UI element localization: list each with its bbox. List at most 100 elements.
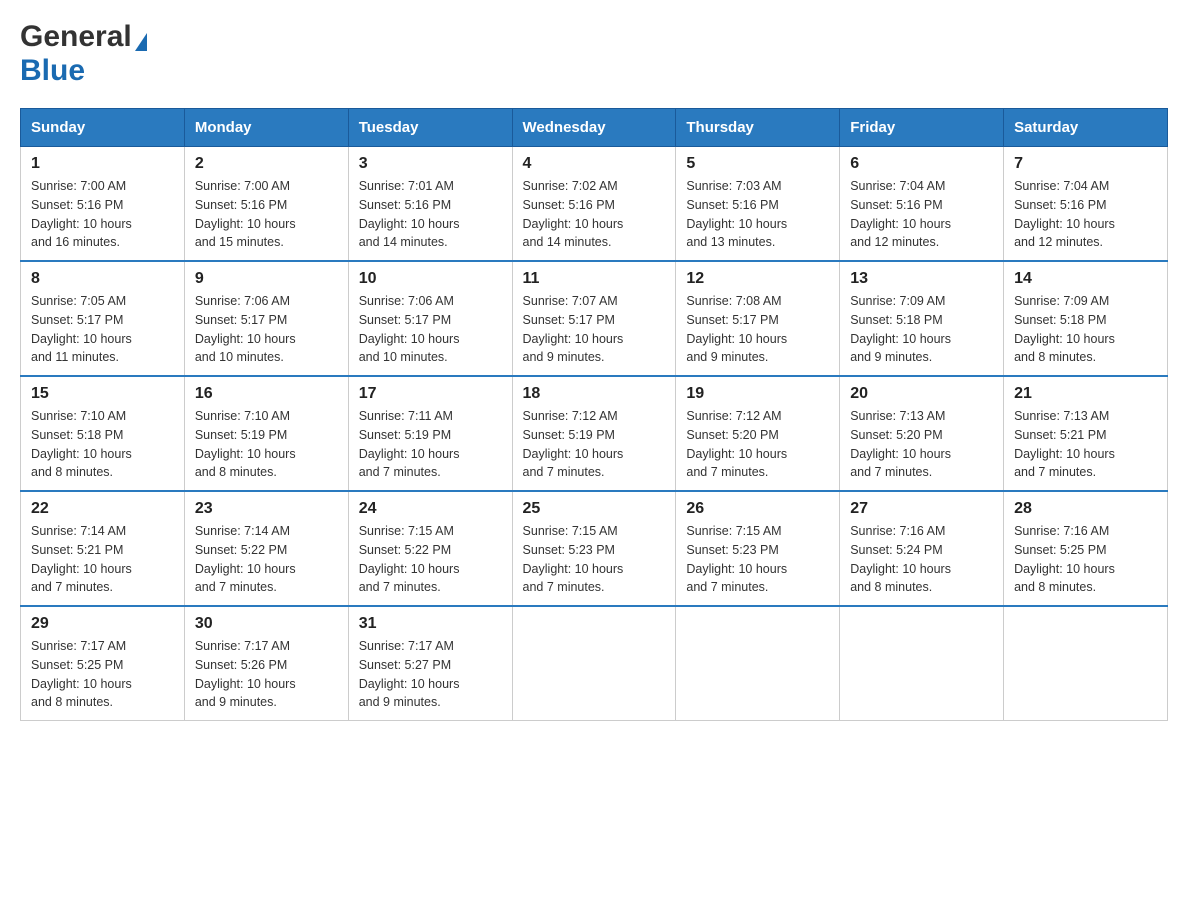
calendar-day-cell: [1004, 606, 1168, 721]
day-number: 21: [1014, 385, 1157, 403]
calendar-day-cell: 29 Sunrise: 7:17 AMSunset: 5:25 PMDaylig…: [21, 606, 185, 721]
calendar-week-row: 8 Sunrise: 7:05 AMSunset: 5:17 PMDayligh…: [21, 261, 1168, 376]
calendar-day-cell: 22 Sunrise: 7:14 AMSunset: 5:21 PMDaylig…: [21, 491, 185, 606]
day-info: Sunrise: 7:13 AMSunset: 5:20 PMDaylight:…: [850, 409, 951, 479]
day-number: 19: [686, 385, 829, 403]
day-info: Sunrise: 7:06 AMSunset: 5:17 PMDaylight:…: [359, 294, 460, 364]
day-number: 13: [850, 270, 993, 288]
calendar-day-cell: 26 Sunrise: 7:15 AMSunset: 5:23 PMDaylig…: [676, 491, 840, 606]
page-header: General Blue: [20, 20, 1168, 88]
day-number: 29: [31, 615, 174, 633]
calendar-day-cell: 19 Sunrise: 7:12 AMSunset: 5:20 PMDaylig…: [676, 376, 840, 491]
calendar-day-cell: [512, 606, 676, 721]
day-info: Sunrise: 7:16 AMSunset: 5:24 PMDaylight:…: [850, 524, 951, 594]
day-info: Sunrise: 7:07 AMSunset: 5:17 PMDaylight:…: [523, 294, 624, 364]
calendar-day-cell: 12 Sunrise: 7:08 AMSunset: 5:17 PMDaylig…: [676, 261, 840, 376]
day-info: Sunrise: 7:17 AMSunset: 5:26 PMDaylight:…: [195, 639, 296, 709]
day-info: Sunrise: 7:14 AMSunset: 5:21 PMDaylight:…: [31, 524, 132, 594]
day-number: 28: [1014, 500, 1157, 518]
calendar-day-cell: 25 Sunrise: 7:15 AMSunset: 5:23 PMDaylig…: [512, 491, 676, 606]
day-info: Sunrise: 7:08 AMSunset: 5:17 PMDaylight:…: [686, 294, 787, 364]
calendar-day-cell: 21 Sunrise: 7:13 AMSunset: 5:21 PMDaylig…: [1004, 376, 1168, 491]
logo-blue-text: Blue: [20, 54, 85, 88]
calendar-day-cell: 11 Sunrise: 7:07 AMSunset: 5:17 PMDaylig…: [512, 261, 676, 376]
calendar-day-cell: 30 Sunrise: 7:17 AMSunset: 5:26 PMDaylig…: [184, 606, 348, 721]
logo-triangle-icon: [135, 33, 147, 51]
calendar-day-cell: 5 Sunrise: 7:03 AMSunset: 5:16 PMDayligh…: [676, 147, 840, 262]
weekday-header-wednesday: Wednesday: [512, 109, 676, 147]
day-number: 12: [686, 270, 829, 288]
day-number: 9: [195, 270, 338, 288]
day-info: Sunrise: 7:04 AMSunset: 5:16 PMDaylight:…: [1014, 179, 1115, 249]
calendar-day-cell: 8 Sunrise: 7:05 AMSunset: 5:17 PMDayligh…: [21, 261, 185, 376]
day-info: Sunrise: 7:02 AMSunset: 5:16 PMDaylight:…: [523, 179, 624, 249]
day-number: 11: [523, 270, 666, 288]
weekday-header-sunday: Sunday: [21, 109, 185, 147]
weekday-header-saturday: Saturday: [1004, 109, 1168, 147]
day-info: Sunrise: 7:00 AMSunset: 5:16 PMDaylight:…: [195, 179, 296, 249]
calendar-day-cell: 13 Sunrise: 7:09 AMSunset: 5:18 PMDaylig…: [840, 261, 1004, 376]
calendar-week-row: 22 Sunrise: 7:14 AMSunset: 5:21 PMDaylig…: [21, 491, 1168, 606]
weekday-header-thursday: Thursday: [676, 109, 840, 147]
calendar-day-cell: 24 Sunrise: 7:15 AMSunset: 5:22 PMDaylig…: [348, 491, 512, 606]
day-info: Sunrise: 7:11 AMSunset: 5:19 PMDaylight:…: [359, 409, 460, 479]
day-number: 20: [850, 385, 993, 403]
calendar-day-cell: 9 Sunrise: 7:06 AMSunset: 5:17 PMDayligh…: [184, 261, 348, 376]
day-number: 26: [686, 500, 829, 518]
calendar-week-row: 1 Sunrise: 7:00 AMSunset: 5:16 PMDayligh…: [21, 147, 1168, 262]
day-info: Sunrise: 7:16 AMSunset: 5:25 PMDaylight:…: [1014, 524, 1115, 594]
day-number: 24: [359, 500, 502, 518]
day-number: 22: [31, 500, 174, 518]
day-number: 1: [31, 155, 174, 173]
calendar-day-cell: 15 Sunrise: 7:10 AMSunset: 5:18 PMDaylig…: [21, 376, 185, 491]
day-number: 10: [359, 270, 502, 288]
calendar-week-row: 15 Sunrise: 7:10 AMSunset: 5:18 PMDaylig…: [21, 376, 1168, 491]
day-number: 6: [850, 155, 993, 173]
day-number: 3: [359, 155, 502, 173]
logo-general-text: General: [20, 20, 147, 54]
calendar-day-cell: 17 Sunrise: 7:11 AMSunset: 5:19 PMDaylig…: [348, 376, 512, 491]
day-info: Sunrise: 7:05 AMSunset: 5:17 PMDaylight:…: [31, 294, 132, 364]
day-info: Sunrise: 7:12 AMSunset: 5:19 PMDaylight:…: [523, 409, 624, 479]
day-number: 25: [523, 500, 666, 518]
calendar-day-cell: 20 Sunrise: 7:13 AMSunset: 5:20 PMDaylig…: [840, 376, 1004, 491]
day-info: Sunrise: 7:09 AMSunset: 5:18 PMDaylight:…: [1014, 294, 1115, 364]
calendar-day-cell: 3 Sunrise: 7:01 AMSunset: 5:16 PMDayligh…: [348, 147, 512, 262]
calendar-day-cell: 16 Sunrise: 7:10 AMSunset: 5:19 PMDaylig…: [184, 376, 348, 491]
calendar-day-cell: 7 Sunrise: 7:04 AMSunset: 5:16 PMDayligh…: [1004, 147, 1168, 262]
day-info: Sunrise: 7:15 AMSunset: 5:23 PMDaylight:…: [523, 524, 624, 594]
weekday-header-monday: Monday: [184, 109, 348, 147]
calendar-day-cell: 1 Sunrise: 7:00 AMSunset: 5:16 PMDayligh…: [21, 147, 185, 262]
calendar-day-cell: 6 Sunrise: 7:04 AMSunset: 5:16 PMDayligh…: [840, 147, 1004, 262]
day-number: 27: [850, 500, 993, 518]
calendar-day-cell: 10 Sunrise: 7:06 AMSunset: 5:17 PMDaylig…: [348, 261, 512, 376]
calendar-day-cell: 23 Sunrise: 7:14 AMSunset: 5:22 PMDaylig…: [184, 491, 348, 606]
day-number: 17: [359, 385, 502, 403]
day-number: 30: [195, 615, 338, 633]
weekday-header-row: SundayMondayTuesdayWednesdayThursdayFrid…: [21, 109, 1168, 147]
day-number: 23: [195, 500, 338, 518]
day-number: 31: [359, 615, 502, 633]
day-info: Sunrise: 7:14 AMSunset: 5:22 PMDaylight:…: [195, 524, 296, 594]
day-info: Sunrise: 7:09 AMSunset: 5:18 PMDaylight:…: [850, 294, 951, 364]
day-number: 14: [1014, 270, 1157, 288]
calendar-day-cell: 14 Sunrise: 7:09 AMSunset: 5:18 PMDaylig…: [1004, 261, 1168, 376]
weekday-header-friday: Friday: [840, 109, 1004, 147]
calendar-day-cell: 28 Sunrise: 7:16 AMSunset: 5:25 PMDaylig…: [1004, 491, 1168, 606]
day-info: Sunrise: 7:10 AMSunset: 5:19 PMDaylight:…: [195, 409, 296, 479]
calendar-day-cell: [676, 606, 840, 721]
calendar-day-cell: [840, 606, 1004, 721]
day-info: Sunrise: 7:01 AMSunset: 5:16 PMDaylight:…: [359, 179, 460, 249]
day-number: 15: [31, 385, 174, 403]
day-number: 2: [195, 155, 338, 173]
logo: General Blue: [20, 20, 147, 88]
day-number: 18: [523, 385, 666, 403]
day-info: Sunrise: 7:15 AMSunset: 5:22 PMDaylight:…: [359, 524, 460, 594]
calendar-week-row: 29 Sunrise: 7:17 AMSunset: 5:25 PMDaylig…: [21, 606, 1168, 721]
calendar-day-cell: 4 Sunrise: 7:02 AMSunset: 5:16 PMDayligh…: [512, 147, 676, 262]
day-info: Sunrise: 7:10 AMSunset: 5:18 PMDaylight:…: [31, 409, 132, 479]
weekday-header-tuesday: Tuesday: [348, 109, 512, 147]
calendar-day-cell: 27 Sunrise: 7:16 AMSunset: 5:24 PMDaylig…: [840, 491, 1004, 606]
day-info: Sunrise: 7:00 AMSunset: 5:16 PMDaylight:…: [31, 179, 132, 249]
day-info: Sunrise: 7:12 AMSunset: 5:20 PMDaylight:…: [686, 409, 787, 479]
